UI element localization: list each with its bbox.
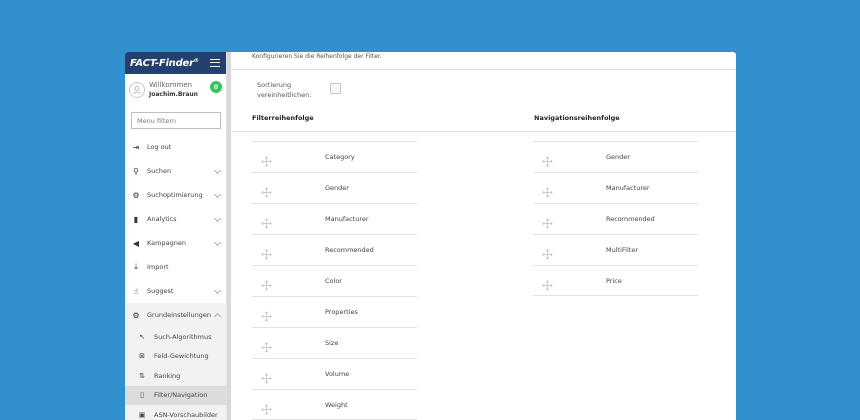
- filter-order-title: Filterreihenfolge: [252, 114, 314, 122]
- list-item-label: Recommended: [606, 215, 655, 223]
- algorithm-icon: ↖: [139, 332, 145, 341]
- sort-unify-checkbox[interactable]: [330, 83, 341, 94]
- chevron-up-icon: [213, 312, 222, 321]
- list-item[interactable]: Category: [252, 141, 417, 172]
- list-item-label: Weight: [325, 400, 348, 409]
- drag-handle-icon[interactable]: [261, 152, 272, 167]
- list-item-label: Recommended: [325, 246, 374, 254]
- sidebar: FACT-Finder® Willkommen Joachim.Braun 0 …: [125, 52, 227, 420]
- drag-handle-icon[interactable]: [261, 276, 272, 291]
- drag-handle-icon[interactable]: [261, 183, 272, 198]
- ranking-icon: ⇅: [139, 371, 145, 380]
- bar-chart-icon: ▮: [133, 214, 139, 224]
- nav-kampagnen[interactable]: ◀ Kampagnen: [125, 231, 226, 255]
- gear-icon: ⚙: [132, 310, 140, 320]
- list-item-label: MultiFilter: [606, 246, 638, 254]
- image-icon: ▣: [138, 410, 146, 419]
- megaphone-icon: ◀: [132, 238, 140, 248]
- list-item[interactable]: Color: [252, 265, 417, 296]
- sub-filter-navigation[interactable]: ▯ Filter/Navigation: [125, 385, 226, 405]
- list-item[interactable]: Properties: [252, 296, 417, 327]
- sub-such-algorithmus[interactable]: ↖ Such-Algorithmus: [125, 327, 226, 347]
- list-item-label: Manufacturer: [325, 215, 369, 223]
- list-item-label: Category: [325, 153, 355, 161]
- welcome-text: Willkommen: [149, 81, 193, 89]
- list-item-label: Gender: [325, 184, 349, 192]
- suggest-icon: ☝: [133, 286, 139, 296]
- drag-handle-icon[interactable]: [542, 183, 553, 198]
- chevron-down-icon: [213, 238, 222, 247]
- divider: [231, 69, 736, 70]
- brand-logo[interactable]: FACT-Finder®: [130, 58, 199, 69]
- nav-order-list: Gender Manufacturer Recommended MultiFilter…: [533, 141, 698, 296]
- list-item[interactable]: Manufacturer: [533, 172, 698, 203]
- user-panel: Willkommen Joachim.Braun 0: [125, 74, 226, 106]
- list-item-label: Manufacturer: [606, 184, 650, 192]
- list-item[interactable]: Recommended: [533, 203, 698, 234]
- drag-handle-icon[interactable]: [261, 400, 272, 415]
- drag-handle-icon[interactable]: [542, 214, 553, 229]
- chevron-down-icon: [213, 214, 222, 223]
- nav-logout[interactable]: ⇥ Log out: [125, 135, 226, 159]
- main-content: Konfigurieren Sie die Reihenfolge der Fi…: [231, 52, 736, 420]
- list-item[interactable]: Volume: [252, 358, 417, 389]
- drag-handle-icon[interactable]: [542, 276, 553, 291]
- drag-handle-icon[interactable]: [542, 245, 553, 260]
- filter-icon: ▯: [140, 391, 144, 400]
- divider: [231, 131, 736, 132]
- hamburger-menu-icon[interactable]: [210, 59, 220, 67]
- sub-asn-vorschaubilder[interactable]: ▣ ASN-Vorschaubilder: [125, 405, 226, 420]
- drag-handle-icon[interactable]: [261, 307, 272, 322]
- list-item[interactable]: Gender: [252, 172, 417, 203]
- list-item[interactable]: Gender: [533, 141, 698, 172]
- list-item[interactable]: Weight: [252, 389, 417, 420]
- nav-suchen[interactable]: ⚲ Suchen: [125, 159, 226, 183]
- filter-order-list: Category Gender Manufacturer Recommended Col…: [252, 141, 417, 420]
- list-item-label: Gender: [606, 153, 630, 161]
- gear-search-icon: ⚙: [132, 190, 140, 200]
- menu-filter-input[interactable]: Menu filtern: [131, 112, 221, 129]
- download-icon: ⤓: [134, 262, 138, 271]
- weight-icon: ⊠: [139, 352, 145, 361]
- sub-ranking[interactable]: ⇅ Ranking: [125, 366, 226, 386]
- drag-handle-icon[interactable]: [261, 245, 272, 260]
- page-description: Konfigurieren Sie die Reihenfolge der Fi…: [252, 53, 382, 60]
- nav-order-title: Navigationsreihenfolge: [534, 114, 620, 122]
- drag-handle-icon[interactable]: [261, 369, 272, 384]
- nav-import[interactable]: ⤓ Import: [125, 255, 226, 279]
- list-item[interactable]: Manufacturer: [252, 203, 417, 234]
- sub-feld-gewichtung[interactable]: ⊠ Feld-Gewichtung: [125, 346, 226, 366]
- app-window: FACT-Finder® Willkommen Joachim.Braun 0 …: [125, 52, 736, 420]
- list-item[interactable]: Recommended: [252, 234, 417, 265]
- drag-handle-icon[interactable]: [261, 214, 272, 229]
- search-icon: ⚲: [133, 166, 139, 176]
- nav-suchoptimierung[interactable]: ⚙ Suchoptimierung: [125, 183, 226, 207]
- avatar: [129, 82, 145, 98]
- notification-badge[interactable]: 0: [210, 81, 222, 93]
- chevron-down-icon: [213, 190, 222, 199]
- username: Joachim.Braun: [149, 91, 198, 98]
- list-item[interactable]: Size: [252, 327, 417, 358]
- list-item[interactable]: Price: [533, 265, 698, 296]
- list-item-label: Properties: [325, 308, 358, 316]
- list-item[interactable]: MultiFilter: [533, 234, 698, 265]
- sort-label: Sortierung vereinheitlichen:: [257, 81, 312, 99]
- nav-suggest[interactable]: ☝ Suggest: [125, 279, 226, 303]
- list-item-label: Volume: [325, 370, 350, 378]
- chevron-down-icon: [213, 166, 222, 175]
- chevron-down-icon: [213, 286, 222, 295]
- logout-icon: ⇥: [132, 142, 140, 152]
- nav-analytics[interactable]: ▮ Analytics: [125, 207, 226, 231]
- list-item-label: Color: [325, 277, 342, 285]
- user-icon: [133, 86, 141, 95]
- drag-handle-icon[interactable]: [542, 152, 553, 167]
- nav-grundeinstellungen[interactable]: ⚙ Grundeinstellungen: [125, 303, 226, 327]
- brand-bar: FACT-Finder®: [125, 52, 226, 74]
- list-item-label: Size: [325, 339, 339, 347]
- drag-handle-icon[interactable]: [261, 338, 272, 353]
- list-item-label: Price: [606, 276, 622, 285]
